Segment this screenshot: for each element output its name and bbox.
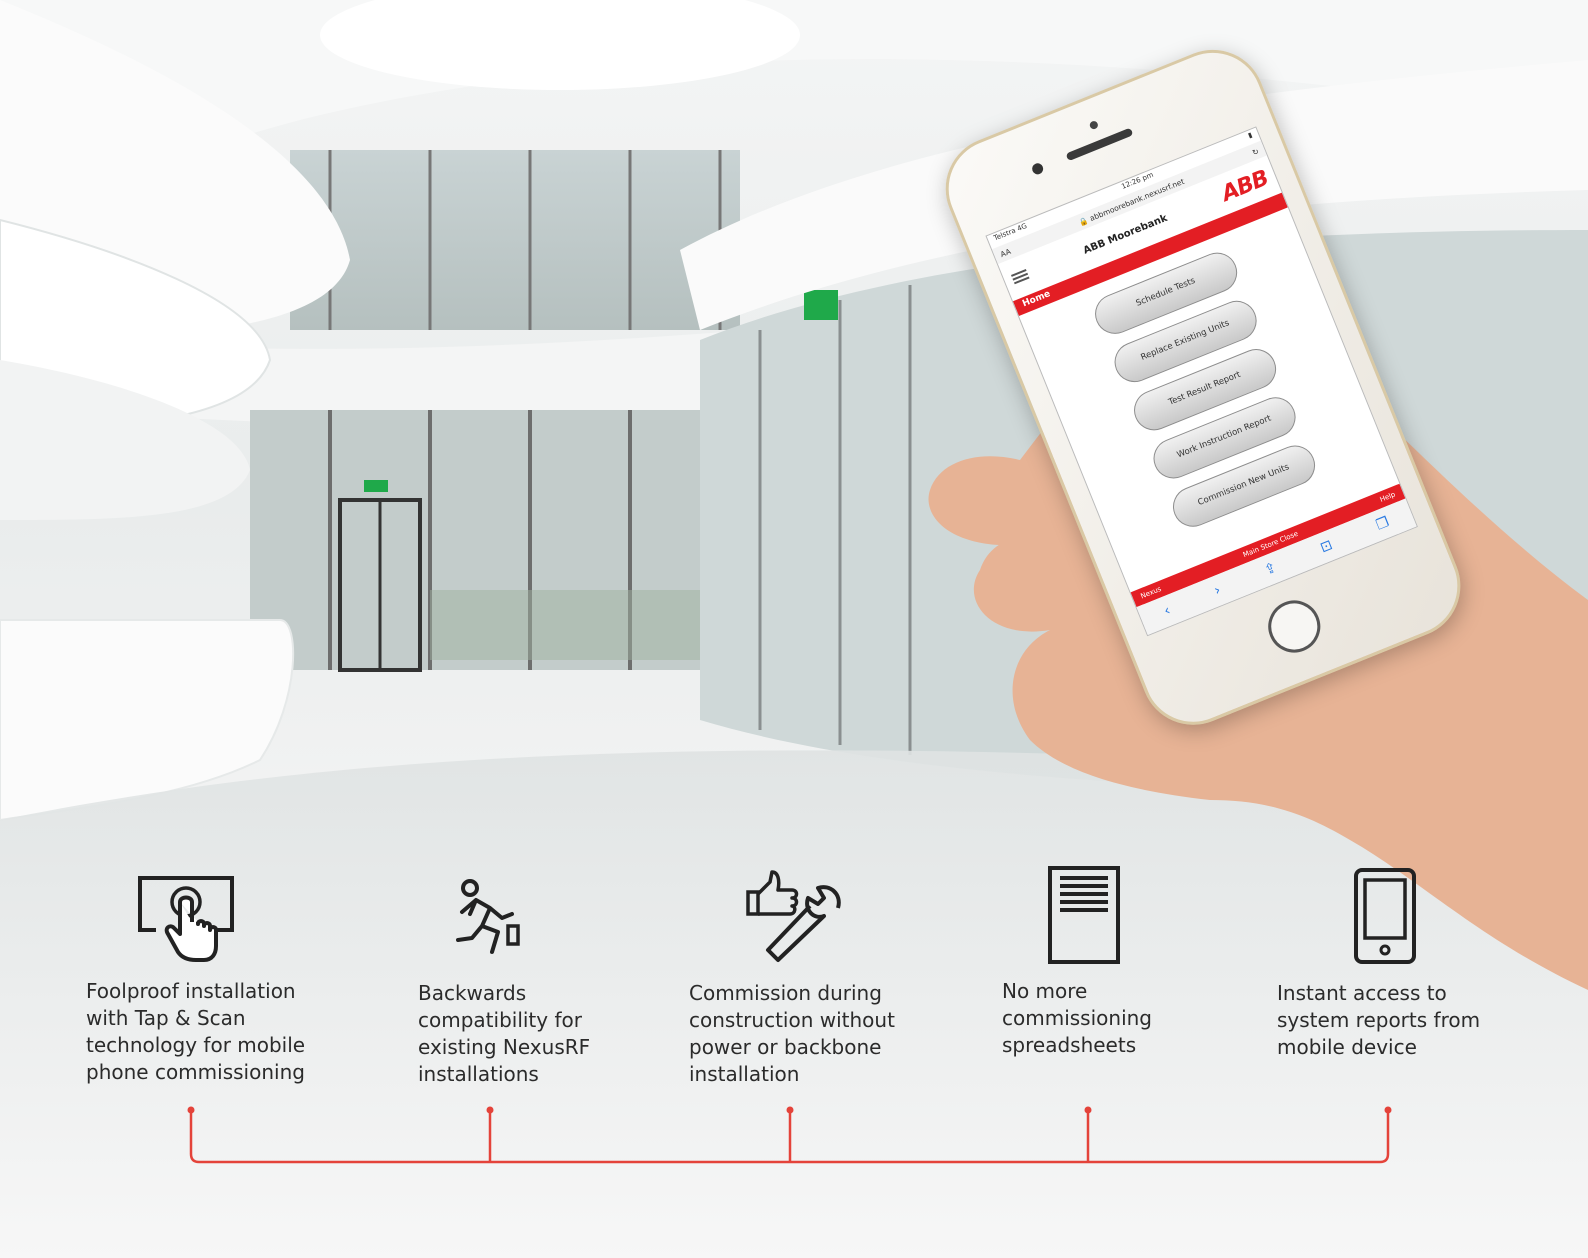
back-icon[interactable]: ‹ <box>1162 602 1173 619</box>
lock-icon: 🔒 <box>1077 215 1090 227</box>
forward-icon[interactable]: › <box>1212 582 1223 599</box>
document-list-icon <box>1048 866 1120 964</box>
hamburger-menu-icon[interactable] <box>1010 269 1030 285</box>
home-button <box>1260 592 1329 661</box>
share-icon[interactable]: ⇪ <box>1262 560 1279 579</box>
reload-icon[interactable]: ↻ <box>1251 146 1260 157</box>
front-camera-icon <box>1030 161 1045 176</box>
mobile-device-icon <box>1354 868 1416 964</box>
running-man-icon <box>456 879 520 954</box>
bookmarks-icon[interactable]: ⊡ <box>1318 537 1335 556</box>
text-size-button[interactable]: AA <box>999 246 1012 258</box>
front-sensor <box>1088 119 1100 131</box>
battery-icon: ▮ <box>1246 130 1254 140</box>
feature-caption-commission-during-construction: Commission during construction without p… <box>689 981 895 1086</box>
tabs-icon[interactable]: ❐ <box>1374 514 1392 534</box>
earpiece-speaker <box>1065 127 1134 162</box>
feature-caption-backwards-compatibility: Backwards compatibility for existing Nex… <box>418 981 591 1086</box>
thumbs-up-wrench-icon <box>746 870 841 962</box>
touch-screen-icon <box>138 876 234 962</box>
feature-caption-instant-access: Instant access to system reports from mo… <box>1277 981 1481 1059</box>
footer-right[interactable]: Help <box>1379 490 1397 503</box>
feature-caption-tap-scan: Foolproof installation with Tap & Scan t… <box>86 979 306 1084</box>
feature-caption-no-spreadsheets: No more commissioning spreadsheets <box>1002 979 1152 1057</box>
